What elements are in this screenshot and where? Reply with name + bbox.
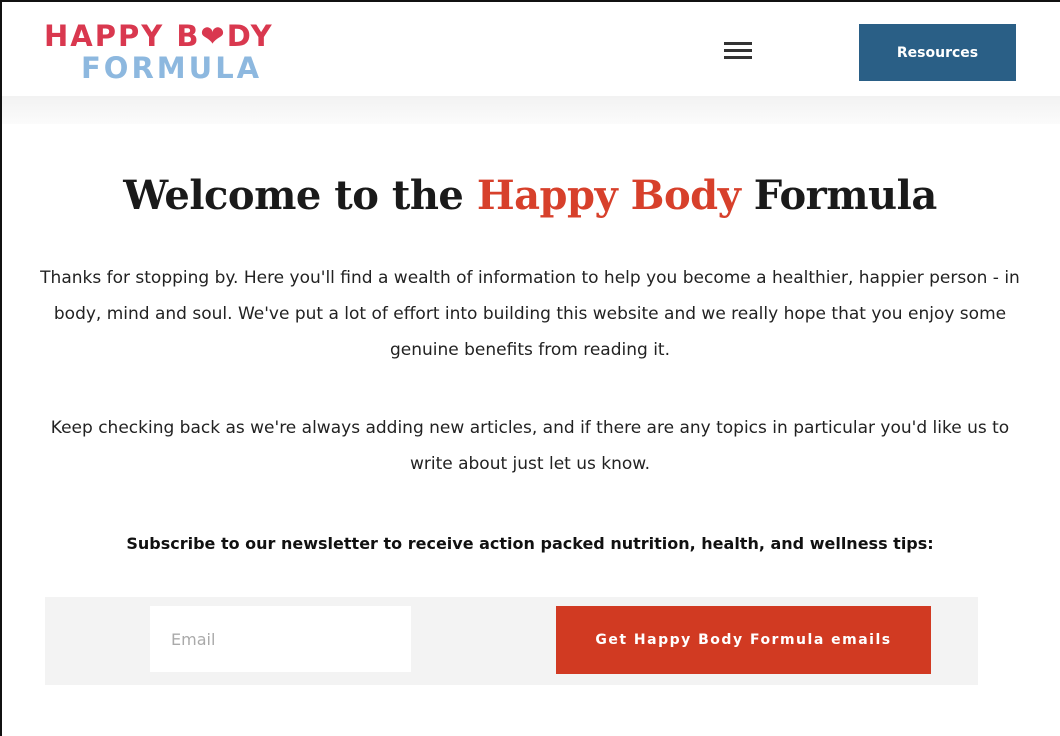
subscribe-button[interactable]: Get Happy Body Formula emails	[556, 606, 931, 674]
title-suffix: Formula	[740, 172, 938, 219]
title-accent: Happy Body	[476, 172, 741, 219]
hamburger-bar	[724, 49, 752, 52]
logo-text-line2: FORMULA	[81, 51, 263, 85]
logo-text-line1: HAPPY B❤DY	[44, 19, 274, 53]
page-title: Welcome to the Happy Body Formula	[0, 172, 1060, 219]
email-input[interactable]	[150, 606, 411, 672]
site-header: HAPPY B❤DY FORMULA Resources	[2, 2, 1060, 98]
hamburger-bar	[724, 56, 752, 59]
second-paragraph: Keep checking back as we're always addin…	[50, 418, 1010, 474]
header-divider	[2, 96, 1060, 124]
title-prefix: Welcome to the	[123, 172, 477, 219]
intro-paragraph: Thanks for stopping by. Here you'll find…	[40, 268, 1020, 360]
subscribe-heading: Subscribe to our newsletter to receive a…	[126, 534, 934, 553]
site-logo[interactable]: HAPPY B❤DY FORMULA	[44, 20, 274, 84]
hamburger-menu-icon[interactable]	[724, 40, 754, 62]
hamburger-bar	[724, 42, 752, 45]
resources-button[interactable]: Resources	[859, 24, 1016, 81]
